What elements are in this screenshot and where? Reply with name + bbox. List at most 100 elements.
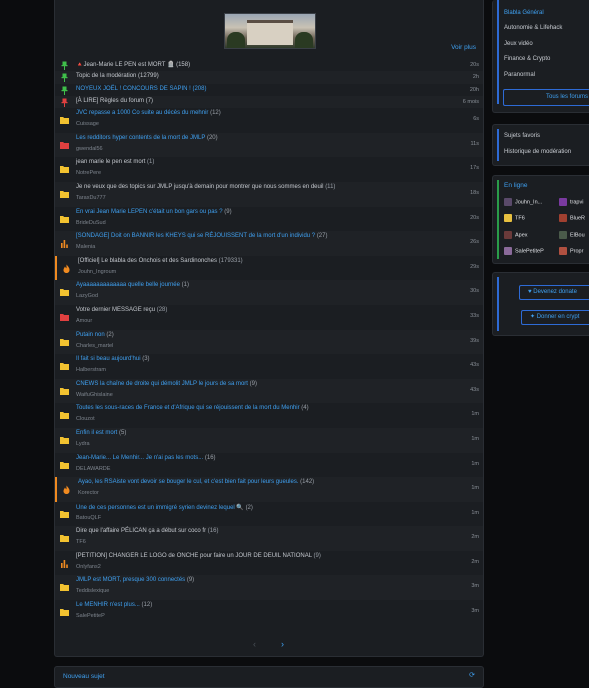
topic-row[interactable]: Toutes les sous-races de France et d'Afr… [55,403,483,428]
topic-title[interactable]: CNEWS la chaîne de droite qui démolit JM… [76,381,257,387]
topic-title[interactable]: Il fait si beau aujourd'hui (3) [76,356,150,362]
online-user[interactable]: SalePetiteP [504,247,544,255]
online-user[interactable]: BlueR [559,214,585,222]
topic-author[interactable]: Charles_martel [76,343,113,349]
forum-link-jeux-video[interactable]: Jeux vidéo [504,41,533,47]
topic-title[interactable]: Toutes les sous-races de France et d'Afr… [76,405,309,411]
topic-row[interactable]: En vrai Jean Marie LEPEN c'était un bon … [55,207,483,232]
topic-row[interactable]: jean marie le pen est mort (1) NotrePere 1… [55,157,483,182]
prev-page-icon[interactable]: ‹ [253,639,256,649]
topic-author[interactable]: NotrePere [76,170,101,176]
online-user[interactable]: Apex [504,231,528,239]
topic-row[interactable]: Enfin il est mort (5) Lydra 1m [55,427,483,453]
topic-author[interactable]: TaraxDu777 [76,195,106,201]
topic-row[interactable]: [PETITION] CHANGER LE LOGO de ONCHE pour… [55,551,483,576]
topic-title[interactable]: Enfin il est mort (5) [76,430,126,436]
topic-row[interactable]: Les redditors hyper contents de la mort … [55,132,483,158]
topic-row[interactable]: Il fait si beau aujourd'hui (3) Halberstr… [55,354,483,379]
topic-title[interactable]: Une de ces personnes est un immigré syri… [76,504,253,511]
new-topic-title[interactable]: Nouveau sujet [63,673,105,680]
moderation-history-link[interactable]: Historique de modération [504,149,571,155]
topic-row[interactable]: Topic de la modération (12799) 2h [55,71,483,84]
topic-reply-count: (142) [300,479,315,486]
next-page-icon[interactable]: › [281,639,284,649]
topic-row[interactable]: Ayao, les RSAiste vont devoir se bouger … [55,477,483,502]
topic-title[interactable]: Topic de la modération (12799) [76,73,159,79]
banner-image[interactable] [224,13,316,49]
folder-yellow-icon [60,165,69,174]
topic-time: 2h [472,74,479,81]
topic-author[interactable]: gwendal56 [76,146,103,152]
topic-row[interactable]: Dire que l'affaire PÉLICAN ça a début su… [55,526,483,551]
topic-title[interactable]: Dire que l'affaire PÉLICAN ça a début su… [76,528,218,534]
topic-row[interactable]: JMLP est MORT, presque 300 connectés (9)… [55,575,483,601]
topic-title-text: Ayao, les RSAiste vont devoir se bouger … [78,479,299,486]
forum-link-autonomie[interactable]: Autonomie & Lifehack [504,25,562,31]
topic-author[interactable]: BatouQLF [76,515,101,521]
topic-title[interactable]: Jean-Marie... Le Menhir... Je n'ai pas l… [76,455,216,461]
topic-row[interactable]: Ayaaaaaaaaaaaaa quelle belle journée (1)… [55,280,483,305]
online-user[interactable]: ElBou [559,231,585,239]
topic-author[interactable]: Malenia [76,244,95,250]
online-user[interactable]: TF6 [504,214,525,222]
topic-row[interactable]: [À LIRE] Règles du forum (7) 6 mois [55,95,483,109]
topic-author[interactable]: Halberstram [76,367,106,373]
topic-title[interactable]: JMLP est MORT, presque 300 connectés (9) [76,577,194,583]
forum-link-finance[interactable]: Finance & Crypto [504,56,550,62]
topic-title[interactable]: Votre dernier MESSAGE reçu (28) [76,307,167,313]
topic-row[interactable]: Je ne veux que des topics sur JMLP jusqu… [55,181,483,207]
online-user[interactable]: trapvi [559,198,583,206]
topic-title-text: JMLP est MORT, presque 300 connectés [76,577,186,584]
topic-row[interactable]: Putain non (2) Charles_martel 39s [55,329,483,355]
online-user[interactable]: Jouhn_In... [504,198,542,206]
voir-plus-link[interactable]: Voir plus [451,44,476,51]
topic-author[interactable]: BrideDuSud [76,220,106,226]
topic-row[interactable]: NOYEUX JOËL ! CONCOURS DE SAPIN ! (208) 2… [55,84,483,96]
topic-row[interactable]: [Officiel] Le blabla des Onchois et des … [55,255,483,281]
online-user[interactable]: Propr [559,247,583,255]
topic-author[interactable]: DELAWARDE [76,466,110,472]
topic-title[interactable]: jean marie le pen est mort (1) [76,159,154,165]
forum-link-paranormal[interactable]: Paranormal [504,72,535,78]
topic-author[interactable]: Cuissage [76,121,99,127]
topic-row[interactable]: Votre dernier MESSAGE reçu (28) Amour 33s [55,305,483,330]
topic-author[interactable]: Lydra [76,441,90,447]
topic-title[interactable]: Les redditors hyper contents de la mort … [76,135,218,141]
topic-row[interactable]: Jean-Marie... Le Menhir... Je n'ai pas l… [55,453,483,478]
topic-title[interactable]: [À LIRE] Règles du forum (7) [76,98,153,104]
topic-title[interactable]: 🔺Jean-Marie LE PEN est MORT 🪦 (158) [76,61,190,68]
all-forums-button[interactable]: Tous les forums [503,89,589,106]
user-name: Propr [570,248,584,255]
topic-title[interactable]: Le MENHIR n'est plus... (12) [76,602,152,608]
topic-title[interactable]: Je ne veux que des topics sur JMLP jusqu… [76,184,335,190]
topic-row[interactable]: JVC repasse a 1000 Co suite au décès du … [55,108,483,133]
forum-link-blabla[interactable]: Blabla Général [504,10,544,16]
topic-author[interactable]: Korector [78,490,99,496]
topic-row[interactable]: Le MENHIR n'est plus... (12) SalePetiteP 3… [55,600,483,625]
topic-title[interactable]: NOYEUX JOËL ! CONCOURS DE SAPIN ! (208) [76,86,206,92]
donate-button[interactable]: ♥ Devenez donate [519,285,589,300]
topic-author[interactable]: Clouzot [76,416,95,422]
topic-title[interactable]: [Officiel] Le blabla des Onchois et des … [78,258,243,264]
topic-title[interactable]: Ayaaaaaaaaaaaaa quelle belle journée (1) [76,282,189,288]
topic-title[interactable]: [SONDAGE] Doit on BANNIR les KHEYS qui s… [76,233,327,239]
topic-title[interactable]: En vrai Jean Marie LEPEN c'était un bon … [76,209,232,215]
topic-row[interactable]: Une de ces personnes est un immigré syri… [55,502,483,527]
topic-author[interactable]: TF6 [76,539,86,545]
topic-author[interactable]: Jouhn_Ingroum [78,269,116,275]
topic-row[interactable]: [SONDAGE] Doit on BANNIR les KHEYS qui s… [55,231,483,256]
topic-author[interactable]: Amour [76,318,92,324]
topic-row[interactable]: 🔺Jean-Marie LE PEN est MORT 🪦 (158) 20s [55,59,483,71]
topic-author[interactable]: Onlyfans2 [76,564,101,570]
favorites-link[interactable]: Sujets favoris [504,133,540,139]
topic-row[interactable]: CNEWS la chaîne de droite qui démolit JM… [55,378,483,404]
topic-author[interactable]: WaifuGhislaine [76,392,113,398]
topic-title[interactable]: Putain non (2) [76,332,114,338]
topic-author[interactable]: Teddislexique [76,588,109,594]
topic-title[interactable]: [PETITION] CHANGER LE LOGO de ONCHE pour… [76,553,321,559]
topic-author[interactable]: LazyGod [76,293,98,299]
crypto-donate-button[interactable]: ✦ Donner en crypt [521,310,589,325]
topic-title[interactable]: JVC repasse a 1000 Co suite au décès du … [76,110,221,116]
topic-author[interactable]: SalePetiteP [76,613,105,619]
topic-title[interactable]: Ayao, les RSAiste vont devoir se bouger … [78,479,314,485]
